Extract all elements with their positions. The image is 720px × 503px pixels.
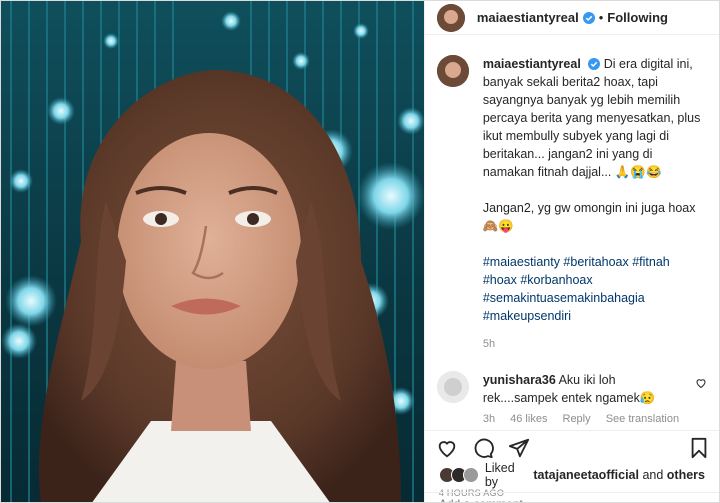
comment-item: yunishara36 Aku iki loh rek....sampek en… bbox=[436, 371, 707, 425]
author-username[interactable]: maiaestiantyreal bbox=[477, 10, 579, 25]
caption-username[interactable]: maiaestiantyreal bbox=[483, 57, 581, 71]
caption-time: 5h bbox=[482, 338, 496, 350]
post-header: maiaestiantyreal • Following bbox=[424, 1, 719, 35]
following-button[interactable]: Following bbox=[607, 10, 668, 25]
comment-likes[interactable]: 46 likes bbox=[510, 413, 547, 425]
caption-body: Di era digital ini, banyak sekali berita… bbox=[482, 57, 701, 179]
commenter-avatar[interactable] bbox=[436, 371, 469, 403]
liker-username[interactable]: tatajaneetaofficial bbox=[533, 468, 639, 482]
caption-body-2: Jangan2, yg gw omongin ini juga hoax 🙈😛 bbox=[482, 201, 696, 233]
see-translation-button[interactable]: See translation bbox=[606, 413, 679, 425]
selfie-image bbox=[1, 1, 424, 502]
caption-text: maiaestiantyreal Di era digital ini, ban… bbox=[483, 55, 705, 353]
separator-dot: • bbox=[598, 10, 604, 25]
save-button[interactable] bbox=[687, 436, 711, 460]
liker-avatars[interactable] bbox=[438, 467, 479, 483]
author-avatar[interactable] bbox=[436, 3, 465, 32]
post-photo[interactable] bbox=[1, 1, 424, 502]
verified-badge-icon bbox=[588, 58, 601, 70]
likes-others-link[interactable]: others bbox=[667, 468, 705, 482]
comment-like-heart-icon[interactable] bbox=[695, 377, 707, 389]
likes-prefix: Liked by bbox=[484, 461, 515, 489]
caption-author-avatar[interactable] bbox=[436, 55, 469, 87]
comment-button[interactable] bbox=[471, 436, 495, 460]
comment-meta: 3h 46 likes Reply See translation bbox=[483, 413, 693, 425]
comment-bubble-icon bbox=[474, 438, 494, 458]
liker-avatar bbox=[462, 467, 479, 483]
caption-hashtags[interactable]: #maiaestianty #beritahoax #fitnah #hoax … bbox=[483, 253, 705, 325]
commenter-username[interactable]: yunishara36 bbox=[483, 373, 556, 387]
share-button[interactable] bbox=[507, 436, 531, 460]
bookmark-icon bbox=[691, 437, 707, 458]
comments-section: maiaestiantyreal Di era digital ini, ban… bbox=[425, 35, 719, 430]
comment-reply-button[interactable]: Reply bbox=[563, 413, 591, 425]
add-comment-input[interactable] bbox=[438, 496, 705, 502]
post-modal: maiaestiantyreal • Following maiaestiant… bbox=[0, 0, 720, 503]
post-caption: maiaestiantyreal Di era digital ini, ban… bbox=[436, 55, 707, 353]
add-comment-bar bbox=[424, 492, 719, 502]
likes-and: and bbox=[642, 468, 664, 482]
comment-time: 3h bbox=[482, 413, 496, 425]
paper-plane-icon bbox=[508, 438, 529, 457]
post-side-panel: maiaestiantyreal • Following maiaestiant… bbox=[423, 1, 719, 502]
heart-icon bbox=[438, 440, 456, 457]
likes-summary: Liked by tatajaneetaofficial and others bbox=[425, 461, 719, 489]
verified-badge-icon bbox=[582, 11, 595, 24]
like-button[interactable] bbox=[435, 436, 459, 460]
post-actions bbox=[424, 430, 719, 464]
